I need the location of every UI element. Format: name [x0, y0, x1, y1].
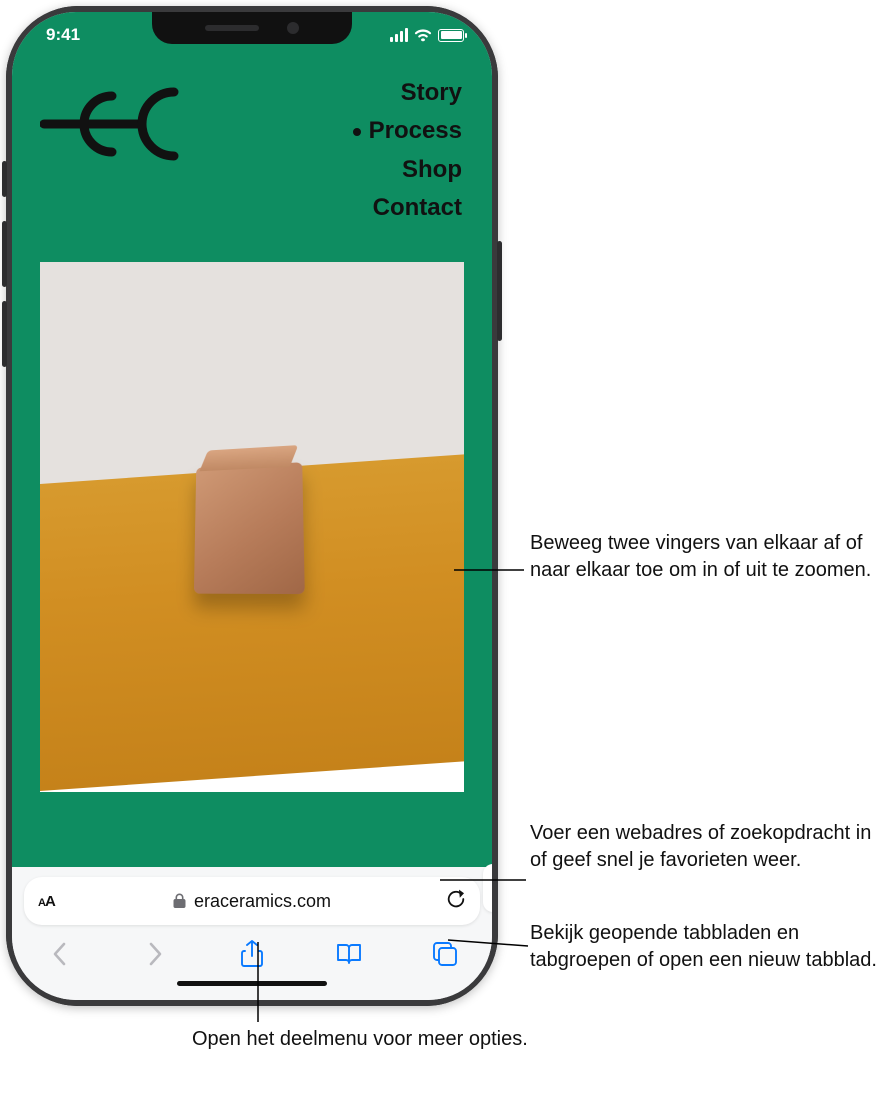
volume-down-button	[2, 301, 7, 367]
site-nav: Story Process Shop Contact	[353, 74, 462, 228]
status-bar: 9:41	[12, 12, 492, 58]
nav-label: Shop	[402, 151, 462, 189]
home-indicator[interactable]	[177, 981, 327, 986]
reload-button[interactable]	[446, 888, 466, 915]
address-url: eraceramics.com	[194, 891, 331, 912]
nav-item-process[interactable]: Process	[353, 112, 462, 150]
text-size-button[interactable]: AA	[38, 893, 55, 910]
nav-label: Process	[369, 112, 462, 150]
callout-address: Voer een webadres of zoekopdracht in of …	[530, 820, 888, 874]
clay-block	[194, 462, 305, 594]
cellular-signal-icon	[390, 28, 408, 42]
nav-item-story[interactable]: Story	[353, 74, 462, 112]
screen: 9:41	[12, 12, 492, 1000]
hero-image	[40, 262, 464, 792]
status-time: 9:41	[46, 25, 80, 45]
safari-chrome: AA eraceramics.com	[12, 867, 492, 1000]
back-button[interactable]	[44, 939, 74, 969]
webpage-content[interactable]: Story Process Shop Contact	[12, 12, 492, 867]
mute-switch	[2, 161, 7, 197]
nav-label: Story	[401, 74, 462, 112]
forward-button[interactable]	[141, 939, 171, 969]
iphone-device-frame: 9:41	[6, 6, 498, 1006]
callout-tabs: Bekijk geopende tabbladen en tabgroepen …	[530, 920, 888, 974]
address-bar[interactable]: AA eraceramics.com	[24, 877, 480, 925]
battery-icon	[438, 29, 464, 42]
wifi-icon	[414, 28, 432, 42]
nav-item-contact[interactable]: Contact	[353, 189, 462, 227]
side-button	[497, 241, 502, 341]
nav-label: Contact	[373, 189, 462, 227]
bookmarks-button[interactable]	[334, 939, 364, 969]
safari-toolbar	[24, 925, 480, 971]
volume-up-button	[2, 221, 7, 287]
lock-icon	[173, 893, 186, 909]
callout-zoom: Beweeg twee vingers van elkaar af of naa…	[530, 530, 888, 584]
nav-item-shop[interactable]: Shop	[353, 151, 462, 189]
site-logo[interactable]	[40, 74, 190, 174]
callout-share: Open het deelmenu voor meer opties.	[192, 1026, 528, 1053]
